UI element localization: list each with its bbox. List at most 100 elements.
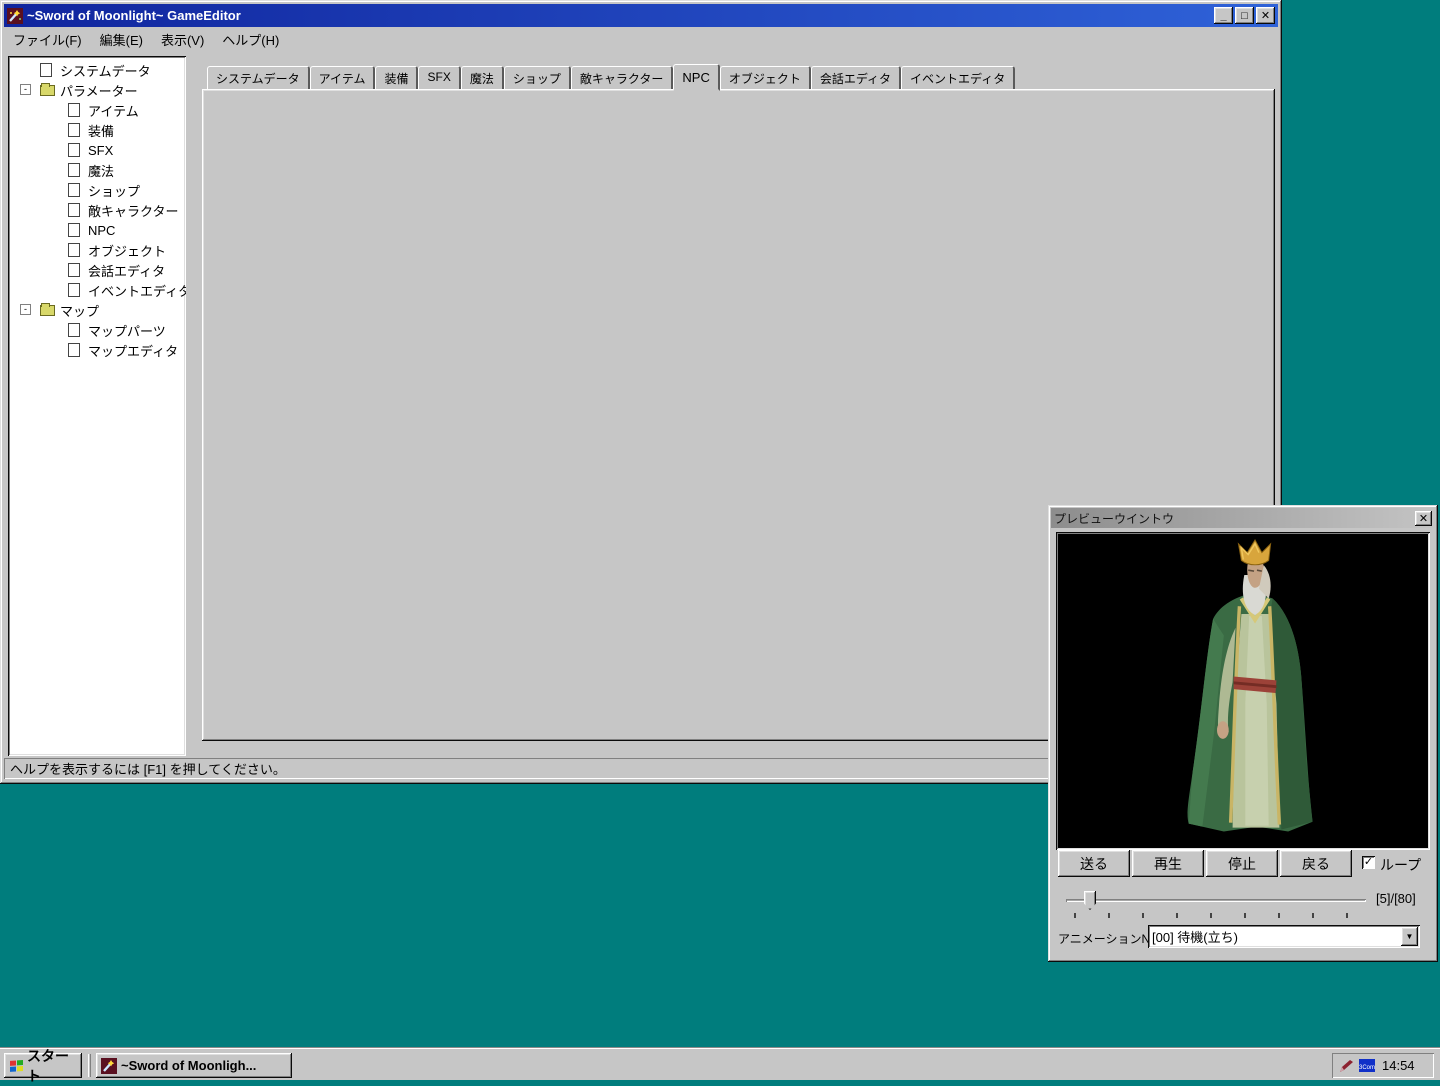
file-icon xyxy=(68,203,80,217)
tree-item-マップエディタ[interactable]: マップエディタ xyxy=(8,340,186,360)
preview-viewport[interactable] xyxy=(1056,532,1430,850)
tree-item-label: マップエディタ xyxy=(88,341,178,360)
tree-item-システムデータ[interactable]: システムデータ xyxy=(8,60,186,80)
expander-icon[interactable]: - xyxy=(20,304,31,315)
tree-item-label: パラメーター xyxy=(60,81,138,100)
tab-システムデータ[interactable]: システムデータ xyxy=(207,66,310,89)
expander-icon[interactable]: - xyxy=(20,84,31,95)
king-model xyxy=(1156,538,1356,850)
folder-icon xyxy=(40,85,55,96)
start-button[interactable]: スタート xyxy=(4,1053,82,1078)
preview-停止-button[interactable]: 停止 xyxy=(1206,850,1278,877)
tick xyxy=(1108,913,1110,918)
anim-slider[interactable] xyxy=(1066,891,1366,911)
tab-ショップ[interactable]: ショップ xyxy=(504,66,571,89)
tab-イベントエディタ[interactable]: イベントエディタ xyxy=(901,66,1015,89)
menu-表示(V)[interactable]: 表示(V) xyxy=(152,27,213,52)
desktop: { "colors": { "desktop":"#007d7d", "titl… xyxy=(0,0,1440,1080)
file-icon xyxy=(40,63,52,77)
tree-item-オブジェクト[interactable]: オブジェクト xyxy=(8,240,186,260)
tree-item-ショップ[interactable]: ショップ xyxy=(8,180,186,200)
tree-item-会話エディタ[interactable]: 会話エディタ xyxy=(8,260,186,280)
tree-item-NPC[interactable]: NPC xyxy=(8,220,186,240)
tab-アイテム[interactable]: アイテム xyxy=(310,66,376,89)
menu-ファイル(F)[interactable]: ファイル(F) xyxy=(4,27,91,52)
file-icon xyxy=(68,163,80,177)
tab-魔法[interactable]: 魔法 xyxy=(461,66,504,89)
task-button[interactable]: ~Sword of Moonligh... xyxy=(96,1053,292,1078)
anim-no-combo[interactable]: [00] 待機(立ち) ▼ xyxy=(1148,925,1420,948)
taskbar-divider xyxy=(88,1054,91,1077)
tree-item-label: 会話エディタ xyxy=(88,261,165,280)
tick xyxy=(1176,913,1178,918)
loop-label: ループ xyxy=(1380,855,1421,875)
tree-item-魔法[interactable]: 魔法 xyxy=(8,160,186,180)
svg-text:3Com: 3Com xyxy=(1359,1065,1375,1071)
tab-SFX[interactable]: SFX xyxy=(418,66,460,89)
tick xyxy=(1244,913,1246,918)
tree-item-マップパーツ[interactable]: マップパーツ xyxy=(8,320,186,340)
tree-item-label: マップパーツ xyxy=(88,321,166,340)
tree-item-label: オブジェクト xyxy=(88,241,166,260)
file-icon xyxy=(68,263,80,277)
loop-checkbox[interactable]: ✓ xyxy=(1362,856,1375,869)
tree-item-label: 魔法 xyxy=(88,161,114,180)
preview-window: プレビューウイントウ ✕ xyxy=(1048,505,1438,962)
preview-戻る-button[interactable]: 戻る xyxy=(1280,850,1352,877)
tree-item-label: NPC xyxy=(88,223,115,238)
file-icon xyxy=(68,223,80,237)
minimize-button[interactable]: _ xyxy=(1214,7,1233,24)
tab-NPC[interactable]: NPC xyxy=(673,64,719,91)
tree-item-マップ[interactable]: - マップ xyxy=(8,300,186,320)
app-icon xyxy=(101,1058,117,1074)
tree-item-label: 敵キャラクター xyxy=(88,201,178,220)
taskbar-clock: 14:54 xyxy=(1382,1058,1415,1073)
tick xyxy=(1346,913,1348,918)
tree-item-label: マップ xyxy=(60,301,99,320)
tree-item-label: イベントエディタ xyxy=(88,281,186,300)
tree-item-label: ショップ xyxy=(88,181,140,200)
menu-編集(E)[interactable]: 編集(E) xyxy=(91,27,152,52)
3com-icon[interactable]: 3Com xyxy=(1358,1058,1376,1073)
file-icon xyxy=(68,143,80,157)
tree-item-イベントエディタ[interactable]: イベントエディタ xyxy=(8,280,186,300)
tree-panel: システムデータ - パラメーターアイテム装備 SFX 魔法ショップ敵キャラクター NPC オ… xyxy=(8,56,186,756)
menu-ヘルプ(H)[interactable]: ヘルプ(H) xyxy=(213,27,288,52)
file-icon xyxy=(68,343,80,357)
anim-no-label: アニメーションNO xyxy=(1058,930,1160,947)
tab-装備[interactable]: 装備 xyxy=(375,66,418,89)
preview-再生-button[interactable]: 再生 xyxy=(1132,850,1204,877)
file-icon xyxy=(68,323,80,337)
tree-item-label: システムデータ xyxy=(60,61,151,80)
preview-送る-button[interactable]: 送る xyxy=(1058,850,1130,877)
maximize-button[interactable]: □ xyxy=(1235,7,1254,24)
pen-icon[interactable] xyxy=(1338,1058,1354,1074)
tab-敵キャラクター[interactable]: 敵キャラクター xyxy=(571,66,674,89)
tick xyxy=(1278,913,1280,918)
window-title: ~Sword of Moonlight~ GameEditor xyxy=(27,8,1212,23)
tree-item-敵キャラクター[interactable]: 敵キャラクター xyxy=(8,200,186,220)
menu-bar: ファイル(F)編集(E)表示(V)ヘルプ(H) xyxy=(4,28,1278,50)
tab-bar: システムデータアイテム装備SFX魔法ショップ敵キャラクターNPCオブジェクト会話… xyxy=(203,62,1275,89)
close-icon[interactable]: ✕ xyxy=(1415,511,1432,526)
tree-item-label: SFX xyxy=(88,143,113,158)
tab-会話エディタ[interactable]: 会話エディタ xyxy=(811,66,901,89)
chevron-down-icon[interactable]: ▼ xyxy=(1401,927,1418,946)
tree-item-アイテム[interactable]: アイテム xyxy=(8,100,186,120)
tab-オブジェクト[interactable]: オブジェクト xyxy=(720,66,811,89)
tick xyxy=(1074,913,1076,918)
file-icon xyxy=(68,123,80,137)
tick xyxy=(1210,913,1212,918)
file-icon xyxy=(68,283,80,297)
anim-slider-thumb[interactable] xyxy=(1084,891,1096,910)
taskbar: スタート ~Sword of Moonligh... 3Com 14:54 xyxy=(0,1048,1440,1080)
status-text: ヘルプを表示するには [F1] を押してください。 xyxy=(10,759,286,778)
app-icon xyxy=(7,8,23,24)
tree-item-装備[interactable]: 装備 xyxy=(8,120,186,140)
preview-titlebar: プレビューウイントウ ✕ xyxy=(1051,508,1435,528)
tree-item-label: アイテム xyxy=(88,101,139,120)
tick xyxy=(1312,913,1314,918)
tree-item-パラメーター[interactable]: - パラメーター xyxy=(8,80,186,100)
close-button[interactable]: ✕ xyxy=(1256,7,1275,24)
tree-item-SFX[interactable]: SFX xyxy=(8,140,186,160)
